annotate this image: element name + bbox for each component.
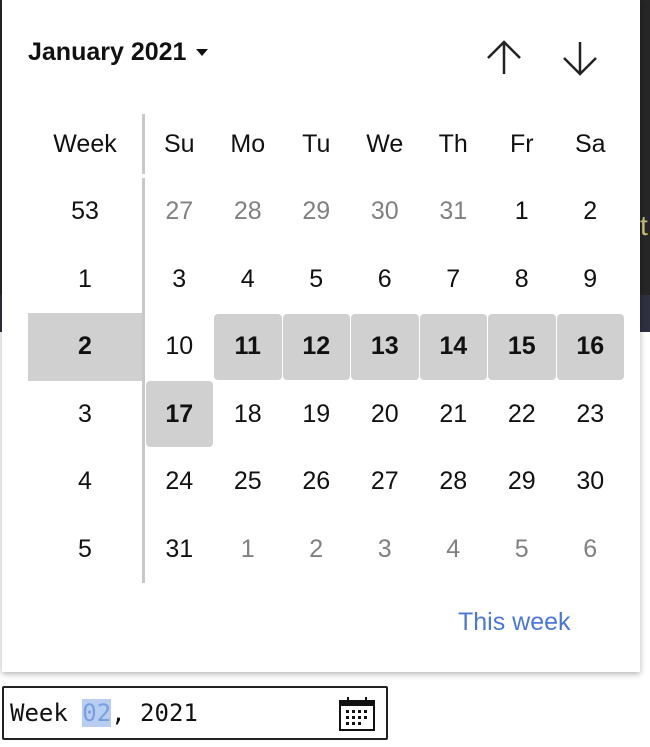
week-number[interactable]: 1: [28, 246, 142, 314]
week-column-header: Week: [53, 129, 117, 158]
day-cell[interactable]: 31: [146, 516, 214, 582]
day-cell[interactable]: 19: [283, 381, 351, 447]
day-cell[interactable]: 3: [146, 246, 214, 312]
day-cell[interactable]: 13: [351, 313, 419, 380]
day-cell[interactable]: 30: [557, 449, 625, 515]
calendar-grid: Week Su Mo Tu We Th Fr Sa 53 27 28 29 30 31 1 2 1 3 4 5 6 7…: [28, 110, 625, 583]
week-picker-popup: January 2021 Week Su Mo Tu We Th Fr Sa 53 27 28 2…: [2, 0, 640, 672]
day-cell[interactable]: 6: [557, 516, 625, 582]
week-row: 13456789: [28, 245, 625, 314]
day-header-th: Th: [438, 129, 468, 158]
caret-down-icon: [196, 49, 209, 56]
day-cell[interactable]: 1: [214, 516, 282, 582]
week-row: 53 27 28 29 30 31 1 2: [28, 178, 625, 246]
day-cell[interactable]: 12: [282, 313, 350, 380]
day-header-mo: Mo: [230, 129, 266, 158]
week-number[interactable]: 2: [28, 313, 142, 381]
week-row: 3 17 18 19 20 21 22 23: [28, 380, 625, 449]
day-cell[interactable]: 24: [146, 449, 214, 515]
week-number[interactable]: 5: [28, 516, 142, 584]
day-cell[interactable]: 28: [420, 449, 488, 515]
day-cell[interactable]: 4: [420, 516, 488, 582]
previous-month-button[interactable]: [482, 36, 526, 80]
week-input[interactable]: Week 02, 2021: [2, 686, 388, 740]
day-cell[interactable]: 28: [214, 179, 282, 245]
day-cell[interactable]: 30: [351, 179, 419, 245]
calendar-icon[interactable]: [338, 696, 376, 732]
day-cell[interactable]: 25: [214, 449, 282, 515]
day-cell[interactable]: 29: [283, 179, 351, 245]
day-cell[interactable]: 5: [488, 516, 556, 582]
week-separator: [142, 313, 145, 381]
week-row: 5 31 1 2 3 4 5 6: [28, 515, 625, 584]
week-input-year[interactable]: , 2021: [111, 699, 198, 727]
day-header-row: Week Su Mo Tu We Th Fr Sa: [28, 110, 625, 178]
day-cell[interactable]: 29: [488, 449, 556, 515]
week-number-segment[interactable]: 02: [82, 699, 112, 727]
day-cell[interactable]: 5: [283, 246, 351, 312]
day-cell[interactable]: 3: [351, 516, 419, 582]
week-separator: [142, 178, 145, 246]
week-row: 4 24 25 26 27 28 29 30: [28, 448, 625, 516]
arrow-up-icon: [487, 40, 521, 74]
day-cell[interactable]: 23: [557, 381, 625, 447]
next-month-button[interactable]: [558, 36, 602, 80]
day-cell[interactable]: 11: [214, 313, 282, 380]
week-number[interactable]: 4: [28, 448, 142, 516]
day-cell[interactable]: 6: [351, 246, 419, 312]
day-cell[interactable]: 4: [214, 246, 282, 312]
day-cell[interactable]: 9: [557, 246, 625, 312]
month-year-label: January 2021: [28, 38, 187, 66]
day-header-sa: Sa: [574, 129, 606, 158]
day-cell[interactable]: 26: [283, 449, 351, 515]
day-cell[interactable]: 17: [145, 381, 213, 448]
arrow-down-icon: [563, 42, 597, 76]
day-cell[interactable]: 20: [351, 381, 419, 447]
week-separator: [142, 380, 145, 448]
day-cell[interactable]: 10: [146, 314, 214, 380]
day-header-we: We: [366, 129, 404, 158]
day-cell[interactable]: 14: [419, 313, 487, 380]
day-header-tu: Tu: [302, 129, 331, 158]
day-cell[interactable]: 18: [214, 381, 282, 447]
month-year-dropdown[interactable]: January 2021: [28, 38, 209, 67]
week-number[interactable]: 3: [28, 381, 142, 449]
week-row: 2 10 11 12 13 14 15 16: [28, 313, 625, 381]
this-week-button[interactable]: This week: [458, 608, 571, 637]
week-input-prefix: Week: [10, 699, 83, 727]
day-cell[interactable]: 27: [146, 179, 214, 245]
day-cell[interactable]: 16: [556, 313, 624, 380]
day-cell[interactable]: 8: [488, 246, 556, 312]
week-separator: [142, 515, 145, 583]
day-header-su: Su: [163, 129, 195, 158]
background-text: t: [640, 210, 648, 241]
day-cell[interactable]: 15: [488, 313, 556, 380]
week-separator: [142, 448, 145, 516]
day-header-fr: Fr: [509, 129, 534, 158]
day-cell[interactable]: 27: [351, 449, 419, 515]
day-cell[interactable]: 22: [488, 381, 556, 447]
day-cell[interactable]: 2: [283, 516, 351, 582]
week-separator: [142, 245, 145, 313]
day-cell[interactable]: 21: [420, 381, 488, 447]
day-cell[interactable]: 31: [420, 179, 488, 245]
week-number[interactable]: 53: [28, 178, 142, 246]
day-cell[interactable]: 2: [557, 179, 625, 245]
day-cell[interactable]: 1: [488, 179, 556, 245]
day-cell[interactable]: 7: [420, 246, 488, 312]
